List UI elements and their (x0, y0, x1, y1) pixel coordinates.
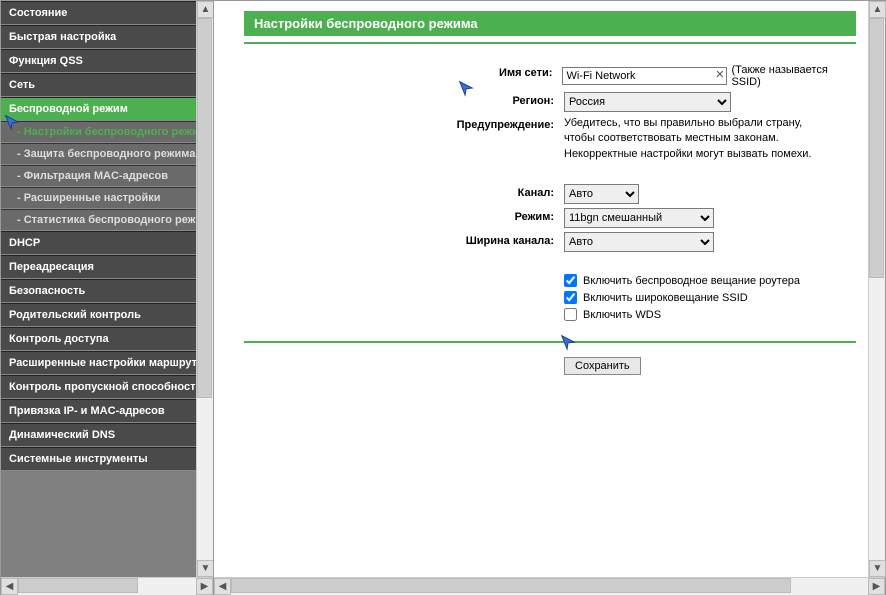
sidebar-menu-item[interactable]: Расширенные настройки маршрутизации (1, 351, 196, 375)
scroll-track[interactable] (197, 18, 213, 560)
sidebar-submenu-item[interactable]: - Статистика беспроводного режима (1, 209, 196, 231)
sidebar-vertical-scrollbar[interactable]: ▲ ▼ (196, 1, 213, 577)
mode-label: Режим: (444, 208, 564, 223)
scroll-right-arrow[interactable]: ▶ (196, 578, 213, 595)
ssid-input[interactable] (562, 67, 727, 85)
scroll-track[interactable] (869, 18, 885, 560)
scroll-thumb[interactable] (18, 578, 138, 593)
sidebar-menu-item[interactable]: Функция QSS (1, 49, 196, 73)
sidebar-submenu-item[interactable]: - Фильтрация MAC-адресов (1, 165, 196, 187)
sidebar-column: СостояниеБыстрая настройкаФункция QSSСет… (1, 1, 213, 594)
warning-label: Предупреждение: (444, 116, 564, 131)
channel-width-label: Ширина канала: (444, 232, 564, 247)
ssid-broadcast-label: Включить широковещание SSID (583, 292, 748, 304)
sidebar-menu-item[interactable]: Безопасность (1, 279, 196, 303)
wds-label: Включить WDS (583, 309, 661, 321)
content-column: Настройки беспроводного режима Имя сети:… (213, 1, 885, 594)
form-area: Имя сети: ✕ (Также называется SSID) Реги… (444, 64, 856, 375)
save-button[interactable]: Сохранить (564, 357, 641, 375)
scroll-thumb[interactable] (197, 18, 212, 398)
ssid-broadcast-checkbox[interactable] (564, 291, 577, 304)
divider (244, 341, 856, 343)
sidebar-menu-item[interactable]: Динамический DNS (1, 423, 196, 447)
scroll-thumb[interactable] (231, 578, 791, 593)
sidebar-submenu-item[interactable]: - Защита беспроводного режима (1, 143, 196, 165)
sidebar-menu-item[interactable]: Быстрая настройка (1, 25, 196, 49)
sidebar-menu-item[interactable]: Привязка IP- и MAC-адресов (1, 399, 196, 423)
sidebar-nav: СостояниеБыстрая настройкаФункция QSSСет… (1, 1, 196, 577)
sidebar-horizontal-scrollbar[interactable]: ◀ ▶ (1, 577, 213, 594)
region-select[interactable]: Россия (564, 92, 731, 112)
scroll-left-arrow[interactable]: ◀ (1, 578, 18, 595)
sidebar-submenu-item[interactable]: - Настройки беспроводного режима (1, 121, 196, 143)
scroll-thumb[interactable] (869, 18, 884, 278)
warning-text: Убедитесь, что вы правильно выбрали стра… (564, 116, 824, 162)
content-horizontal-scrollbar[interactable]: ◀ ▶ (214, 577, 885, 594)
region-label: Регион: (444, 92, 564, 107)
channel-width-select[interactable]: Авто (564, 232, 714, 252)
wds-checkbox[interactable] (564, 308, 577, 321)
sidebar-menu-item[interactable]: Состояние (1, 1, 196, 25)
sidebar-menu-item[interactable]: DHCP (1, 231, 196, 255)
sidebar-menu-item[interactable]: Контроль доступа (1, 327, 196, 351)
ssid-label: Имя сети: (444, 64, 562, 79)
wireless-radio-checkbox[interactable] (564, 274, 577, 287)
clear-input-icon[interactable]: ✕ (715, 68, 724, 81)
sidebar-menu-item[interactable]: Беспроводной режим (1, 97, 196, 121)
content-vertical-scrollbar[interactable]: ▲ ▼ (868, 1, 885, 577)
channel-select[interactable]: Авто (564, 184, 639, 204)
sidebar-menu-item[interactable]: Родительский контроль (1, 303, 196, 327)
divider (244, 42, 856, 44)
sidebar-menu-item[interactable]: Контроль пропускной способности (1, 375, 196, 399)
scroll-right-arrow[interactable]: ▶ (868, 578, 885, 595)
scroll-down-arrow[interactable]: ▼ (869, 560, 886, 577)
content-area: Настройки беспроводного режима Имя сети:… (214, 1, 868, 577)
sidebar-submenu-item[interactable]: - Расширенные настройки (1, 187, 196, 209)
scroll-down-arrow[interactable]: ▼ (197, 560, 214, 577)
wireless-radio-label: Включить беспроводное вещание роутера (583, 275, 800, 287)
scroll-track[interactable] (18, 578, 196, 595)
scroll-left-arrow[interactable]: ◀ (214, 578, 231, 595)
scroll-up-arrow[interactable]: ▲ (869, 1, 886, 18)
sidebar-menu-item[interactable]: Системные инструменты (1, 447, 196, 471)
page-title: Настройки беспроводного режима (244, 11, 856, 36)
scroll-track[interactable] (231, 578, 868, 595)
mode-select[interactable]: 11bgn смешанный (564, 208, 714, 228)
sidebar-menu-item[interactable]: Переадресация (1, 255, 196, 279)
app-frame: СостояниеБыстрая настройкаФункция QSSСет… (0, 0, 886, 595)
scroll-up-arrow[interactable]: ▲ (197, 1, 214, 18)
channel-label: Канал: (444, 184, 564, 199)
ssid-note: (Также называется SSID) (731, 64, 856, 88)
sidebar-menu-item[interactable]: Сеть (1, 73, 196, 97)
